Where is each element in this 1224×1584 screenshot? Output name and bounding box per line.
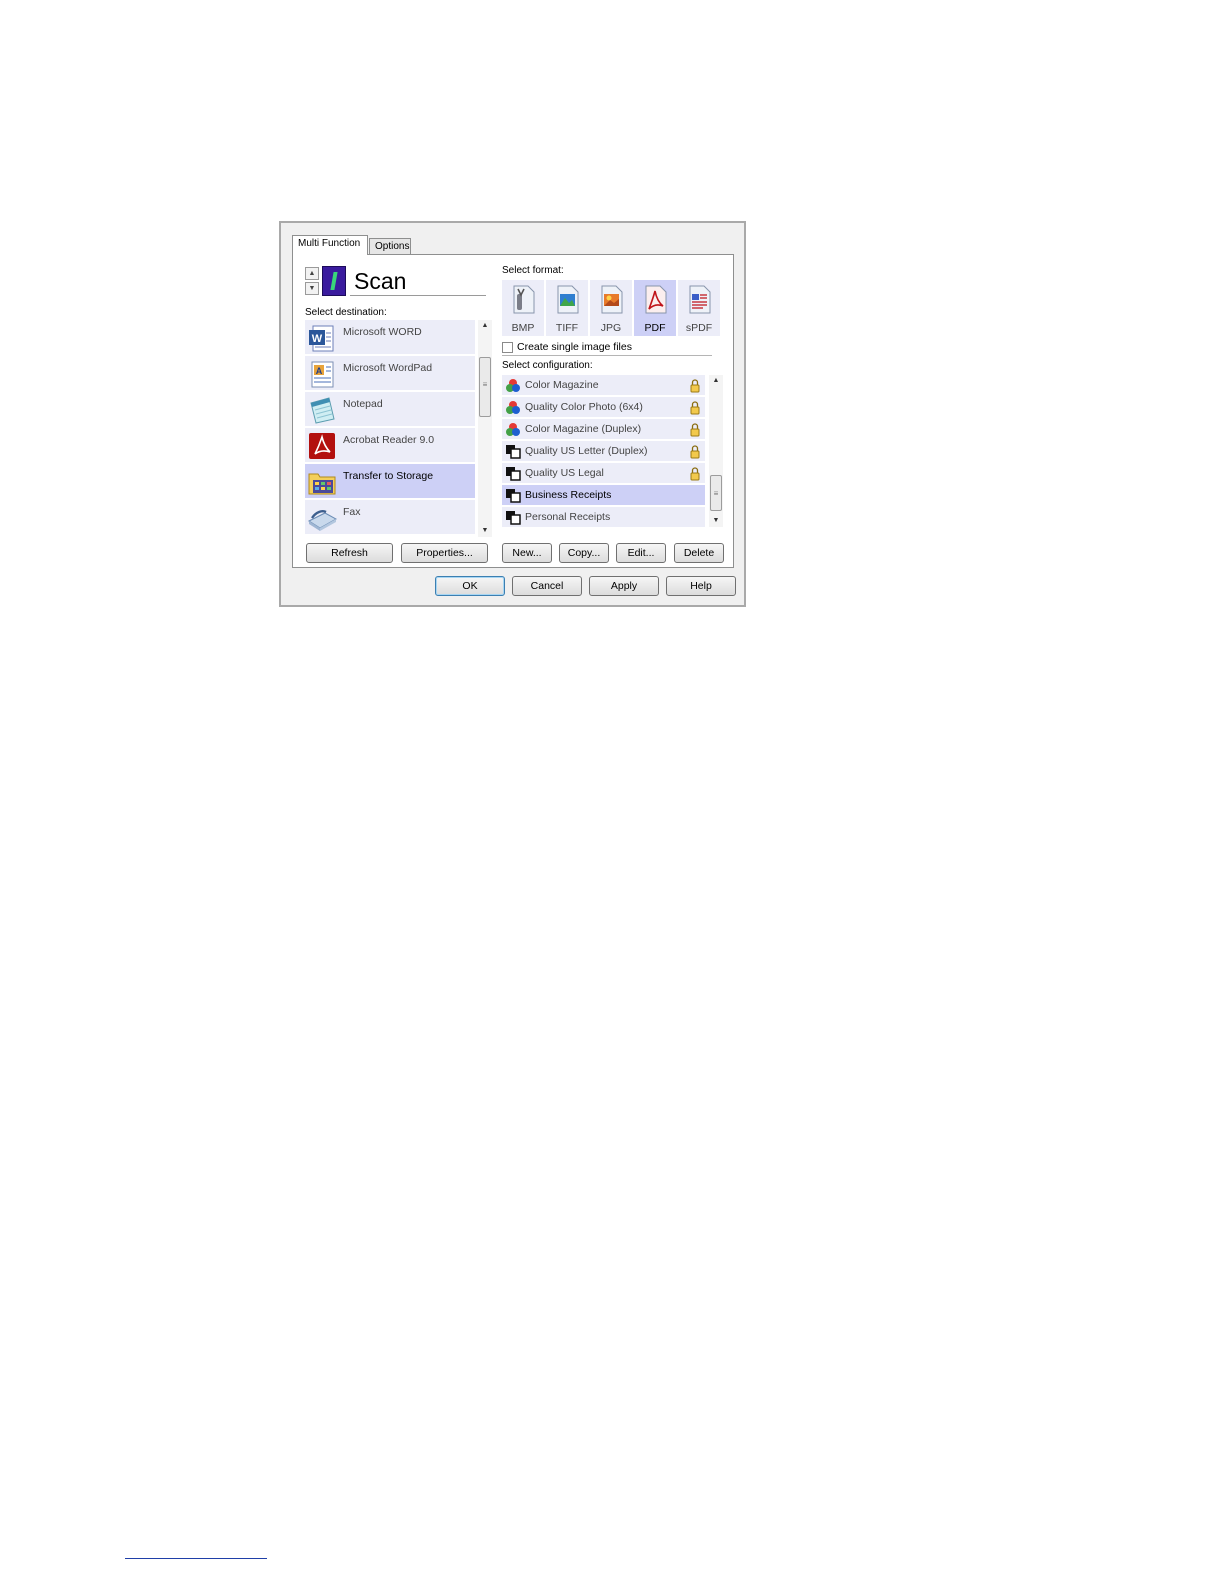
spdf-file-icon [689, 285, 711, 314]
single-image-files-label[interactable]: Create single image files [517, 341, 632, 353]
lock-icon [690, 445, 700, 459]
configuration-item-label: Color Magazine (Duplex) [525, 423, 642, 435]
destination-item-label: Transfer to Storage [343, 470, 434, 482]
bmp-file-icon [513, 285, 535, 314]
scrollbar-thumb[interactable] [710, 475, 722, 511]
tab-multi-function[interactable]: Multi Function [292, 235, 368, 255]
notepad-icon [310, 397, 335, 424]
spinner-down-button[interactable]: ▼ [305, 282, 319, 295]
scroll-down-arrow-icon[interactable]: ▼ [478, 525, 492, 537]
lock-icon [690, 423, 700, 437]
button-selector-spinner: ▲ ▼ [305, 267, 319, 296]
storage-folder-icon [308, 473, 336, 495]
destination-item-label: Microsoft WORD [343, 326, 422, 338]
select-format-label: Select format: [502, 265, 564, 276]
configuration-item-label: Business Receipts [525, 489, 612, 501]
format-option-bmp[interactable]: BMP [502, 280, 544, 336]
format-option-jpg[interactable]: JPG [590, 280, 632, 336]
bw-config-icon [506, 511, 521, 525]
format-option-pdf[interactable]: PDF [634, 280, 676, 336]
destination-item-label: Microsoft WordPad [343, 362, 433, 374]
configuration-item-personal-receipts[interactable]: Personal Receipts [502, 507, 705, 527]
format-option-spdf[interactable]: sPDF [678, 280, 720, 336]
bw-config-icon [506, 489, 521, 503]
destination-item-label: Fax [343, 506, 361, 518]
ok-button[interactable]: OK [435, 576, 505, 596]
lock-icon [690, 401, 700, 415]
edit-configuration-button[interactable]: Edit... [616, 543, 666, 563]
delete-configuration-button[interactable]: Delete [674, 543, 724, 563]
destination-item-label: Acrobat Reader 9.0 [343, 434, 435, 446]
copy-configuration-button[interactable]: Copy... [559, 543, 609, 563]
scroll-down-arrow-icon[interactable]: ▼ [709, 515, 723, 527]
configuration-item-label: Color Magazine [525, 379, 599, 391]
format-option-tiff[interactable]: TIFF [546, 280, 588, 336]
configuration-item-business-receipts[interactable]: Business Receipts [502, 485, 705, 506]
pdf-file-icon [645, 285, 667, 314]
wordpad-icon: A [311, 361, 334, 388]
configuration-item-quality-color-photo[interactable]: Quality Color Photo (6x4) [502, 397, 705, 418]
lock-icon [690, 379, 700, 393]
cancel-button[interactable]: Cancel [512, 576, 582, 596]
configuration-item-color-magazine-duplex[interactable]: Color Magazine (Duplex) [502, 419, 705, 440]
tab-options[interactable]: Options [369, 238, 411, 254]
configuration-item-quality-us-letter-duplex[interactable]: Quality US Letter (Duplex) [502, 441, 705, 462]
svg-text:W: W [312, 333, 323, 345]
configuration-item-label: Quality US Legal [525, 467, 604, 479]
refresh-button[interactable]: Refresh [306, 543, 393, 563]
configuration-item-color-magazine[interactable]: Color Magazine [502, 375, 705, 396]
footnote-rule [125, 1558, 267, 1559]
configuration-scrollbar[interactable]: ▲ ▼ [709, 375, 723, 527]
svg-text:A: A [316, 366, 323, 376]
destination-item-label: Notepad [343, 398, 383, 410]
configuration-item-label: Quality US Letter (Duplex) [525, 445, 648, 457]
scroll-up-arrow-icon[interactable]: ▲ [478, 320, 492, 332]
destination-item-fax[interactable]: Fax [305, 500, 475, 535]
lock-icon [690, 467, 700, 481]
bw-config-icon [506, 467, 521, 481]
destination-scrollbar[interactable]: ▲ ▼ [478, 320, 492, 537]
bw-config-icon [506, 445, 521, 459]
destination-item-notepad[interactable]: Notepad [305, 392, 475, 427]
select-destination-label: Select destination: [305, 307, 387, 318]
destination-item-acrobat-reader[interactable]: Acrobat Reader 9.0 [305, 428, 475, 463]
properties-button[interactable]: Properties... [401, 543, 488, 563]
tiff-file-icon [557, 285, 579, 314]
new-configuration-button[interactable]: New... [502, 543, 552, 563]
jpg-file-icon [601, 285, 623, 314]
single-image-files-checkbox[interactable] [502, 342, 513, 353]
destination-item-microsoft-wordpad[interactable]: A Microsoft WordPad [305, 356, 475, 391]
color-config-icon [506, 423, 520, 436]
multi-function-panel: ▲ ▼ Scan Select destination: W Microsoft… [292, 254, 734, 568]
apply-button[interactable]: Apply [589, 576, 659, 596]
scrollbar-thumb[interactable] [479, 357, 491, 417]
single-image-files-option: Create single image files [502, 341, 712, 356]
configuration-item-label: Quality Color Photo (6x4) [525, 401, 643, 413]
color-config-icon [506, 379, 520, 392]
help-button[interactable]: Help [666, 576, 736, 596]
configuration-item-quality-us-legal[interactable]: Quality US Legal [502, 463, 705, 484]
word-icon: W [309, 325, 334, 352]
configuration-list: Color Magazine Quality Color Photo (6x4) [502, 375, 724, 527]
format-option-label: PDF [644, 322, 666, 334]
destination-item-microsoft-word[interactable]: W Microsoft WORD [305, 320, 475, 355]
fax-icon [307, 510, 337, 531]
format-option-label: BMP [511, 322, 535, 334]
select-configuration-label: Select configuration: [502, 360, 593, 371]
configuration-item-label: Personal Receipts [525, 511, 611, 523]
scroll-up-arrow-icon[interactable]: ▲ [709, 375, 723, 387]
scanner-properties-dialog: Multi Function Options ▲ ▼ Scan Select d… [279, 221, 746, 607]
format-option-label: JPG [600, 322, 622, 334]
spinner-up-button[interactable]: ▲ [305, 267, 319, 280]
color-config-icon [506, 401, 520, 414]
format-option-label: TIFF [555, 322, 579, 334]
destination-list: W Microsoft WORD A Microsoft WordPad Not… [305, 320, 492, 537]
scan-button-icon [322, 266, 346, 296]
scan-button-name: Scan [350, 267, 486, 296]
destination-item-transfer-to-storage[interactable]: Transfer to Storage [305, 464, 475, 499]
format-selector: BMP TIFF JPG PDF sPDF [502, 280, 722, 337]
acrobat-icon [309, 433, 335, 459]
format-option-label: sPDF [685, 322, 713, 334]
